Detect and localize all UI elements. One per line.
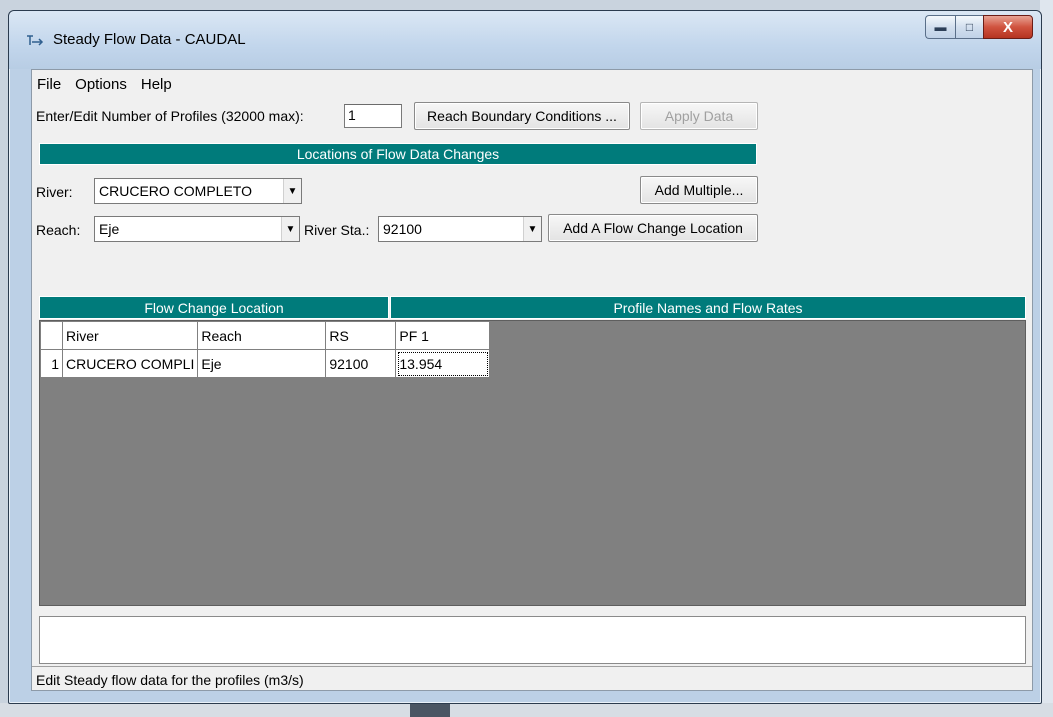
table-header-row: River Reach RS PF 1 <box>40 321 491 350</box>
status-text: Edit Steady flow data for the profiles (… <box>36 671 304 688</box>
river-sta-select-value: 92100 <box>383 221 422 237</box>
desktop-taskbar-edge <box>0 703 1053 717</box>
profile-names-header: Profile Names and Flow Rates <box>390 296 1026 319</box>
column-header-rs: RS <box>325 321 397 350</box>
window-controls: ▬ □ X <box>925 15 1033 39</box>
chevron-down-icon: ▼ <box>281 217 299 241</box>
reach-select-value: Eje <box>99 221 120 237</box>
menu-options[interactable]: Options <box>68 76 134 93</box>
column-header-river: River <box>61 321 199 350</box>
status-bar: Edit Steady flow data for the profiles (… <box>32 666 1032 692</box>
profiles-label: Enter/Edit Number of Profiles (32000 max… <box>36 108 304 124</box>
chevron-down-icon: ▼ <box>283 179 301 203</box>
river-label: River: <box>36 184 73 200</box>
cell-pf1[interactable]: 13.954 <box>395 349 491 378</box>
row-number-header <box>40 321 63 350</box>
flow-table: River Reach RS PF 1 1 CRUCERO COMPLI Eje… <box>40 321 491 378</box>
add-multiple-button[interactable]: Add Multiple... <box>640 176 758 204</box>
close-icon: X <box>1002 18 1013 36</box>
profiles-count-input[interactable]: 1 <box>344 104 402 128</box>
taskbar-stub <box>410 703 450 717</box>
locations-header: Locations of Flow Data Changes <box>39 143 757 165</box>
chevron-down-icon: ▼ <box>523 217 541 241</box>
river-sta-select[interactable]: 92100 ▼ <box>378 216 542 242</box>
column-header-pf1: PF 1 <box>395 321 491 350</box>
reach-select[interactable]: Eje ▼ <box>94 216 300 242</box>
flow-change-location-header: Flow Change Location <box>39 296 389 319</box>
steady-flow-window: Steady Flow Data - CAUDAL ▬ □ X File Opt… <box>8 10 1042 704</box>
client-area: File Options Help Enter/Edit Number of P… <box>31 69 1033 691</box>
column-header-reach: Reach <box>197 321 327 350</box>
maximize-button[interactable]: □ <box>955 15 983 39</box>
river-select[interactable]: CRUCERO COMPLETO ▼ <box>94 178 302 204</box>
cell-rs[interactable]: 92100 <box>325 349 397 378</box>
cell-river[interactable]: CRUCERO COMPLI <box>61 349 199 378</box>
river-select-value: CRUCERO COMPLETO <box>99 183 252 199</box>
close-button[interactable]: X <box>983 15 1033 39</box>
menu-bar: File Options Help <box>32 70 1032 98</box>
river-sta-label: River Sta.: <box>304 222 370 238</box>
add-flow-change-location-button[interactable]: Add A Flow Change Location <box>548 214 758 242</box>
apply-data-button[interactable]: Apply Data <box>640 102 758 130</box>
title-bar[interactable]: Steady Flow Data - CAUDAL ▬ □ X <box>9 11 1041 69</box>
menu-file[interactable]: File <box>32 76 68 93</box>
description-box[interactable] <box>39 616 1026 664</box>
reach-label: Reach: <box>36 222 81 238</box>
cell-reach[interactable]: Eje <box>197 349 327 378</box>
minimize-button[interactable]: ▬ <box>925 15 955 39</box>
minimize-icon: ▬ <box>934 20 947 34</box>
flow-data-grid: River Reach RS PF 1 1 CRUCERO COMPLI Eje… <box>39 320 1026 606</box>
table-row: 1 CRUCERO COMPLI Eje 92100 13.954 <box>40 349 491 378</box>
flow-app-icon <box>26 33 44 47</box>
menu-help[interactable]: Help <box>134 76 179 93</box>
window-title: Steady Flow Data - CAUDAL <box>53 31 246 48</box>
reach-boundary-conditions-button[interactable]: Reach Boundary Conditions ... <box>414 102 630 130</box>
row-number: 1 <box>40 349 63 378</box>
maximize-icon: □ <box>965 20 974 34</box>
